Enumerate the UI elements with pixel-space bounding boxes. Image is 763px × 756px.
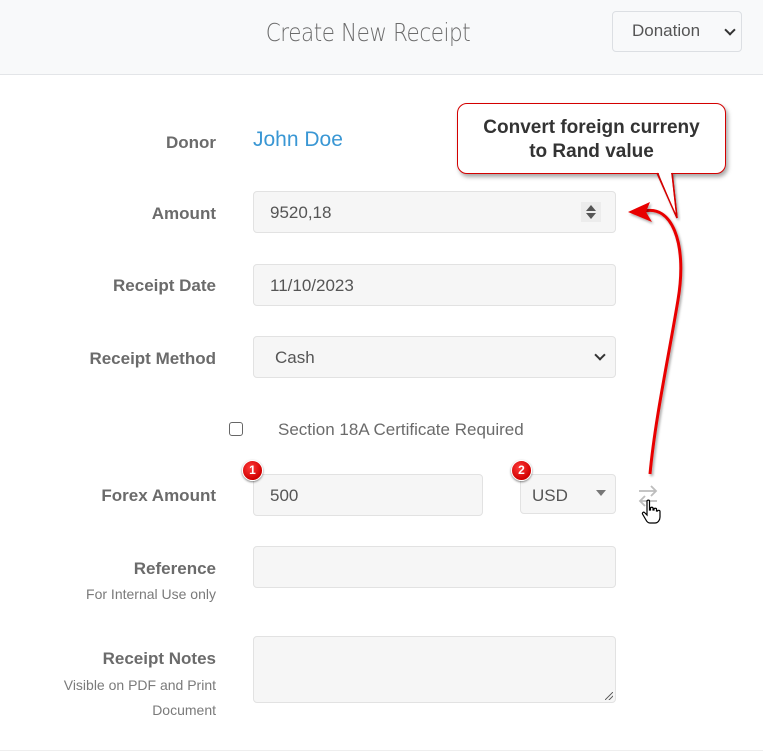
annotation-arrow	[644, 208, 683, 475]
step-badge-1: 1	[242, 460, 263, 481]
amount-label: Amount	[151, 204, 216, 223]
amount-spinner[interactable]	[581, 202, 601, 222]
caret-down-icon	[596, 490, 606, 496]
forex-amount-input[interactable]: 500	[253, 474, 483, 516]
resize-handle-icon[interactable]	[605, 692, 613, 700]
section18a-label[interactable]: Section 18A Certificate Required	[278, 420, 524, 440]
currency-select[interactable]: USD	[520, 474, 616, 514]
reference-sublabel: For Internal Use only	[86, 586, 216, 602]
receipt-notes-sublabel-2: Document	[152, 702, 216, 718]
receipt-type-value: Donation	[632, 21, 701, 40]
receipt-method-label: Receipt Method	[89, 349, 216, 368]
donor-label: Donor	[165, 133, 216, 152]
footer-divider	[0, 750, 763, 751]
callout-line-2: to Rand value	[529, 141, 654, 162]
receipt-date-label: Receipt Date	[113, 276, 216, 295]
callout-line-1: Convert foreign curreny	[483, 117, 700, 138]
callout-box: Convert foreign curreny to Rand value	[457, 103, 726, 174]
reference-label: Reference	[133, 559, 216, 578]
step-badge-2: 2	[511, 460, 532, 481]
spinner-down-icon[interactable]	[586, 213, 596, 219]
section18a-checkbox[interactable]	[229, 422, 243, 436]
amount-value: 9520,18	[270, 203, 332, 222]
forex-amount-label: Forex Amount	[101, 486, 216, 505]
chevron-down-icon	[724, 24, 736, 36]
receipt-notes-label: Receipt Notes	[102, 649, 216, 668]
donor-link[interactable]: John Doe	[253, 128, 343, 152]
amount-input[interactable]: 9520,18	[253, 191, 616, 233]
reference-input[interactable]	[253, 546, 616, 588]
currency-value: USD	[532, 486, 568, 505]
forex-amount-value: 500	[270, 486, 299, 505]
receipt-method-select[interactable]: Cash	[253, 336, 616, 378]
receipt-type-select[interactable]: Donation	[612, 11, 742, 52]
chevron-down-icon	[594, 349, 606, 361]
receipt-date-value: 11/10/2023	[270, 276, 354, 295]
receipt-notes-sublabel-1: Visible on PDF and Print	[63, 677, 216, 693]
spinner-up-icon[interactable]	[586, 205, 596, 211]
callout-tail	[655, 171, 678, 219]
receipt-method-value: Cash	[275, 348, 315, 367]
receipt-notes-textarea[interactable]	[253, 636, 616, 703]
page-title: Create New Receipt	[265, 18, 471, 47]
page-header: Create New Receipt Donation	[0, 0, 763, 75]
receipt-date-input[interactable]: 11/10/2023	[253, 264, 616, 306]
hand-pointer-icon	[641, 499, 661, 530]
annotation-arrowhead	[628, 202, 652, 222]
